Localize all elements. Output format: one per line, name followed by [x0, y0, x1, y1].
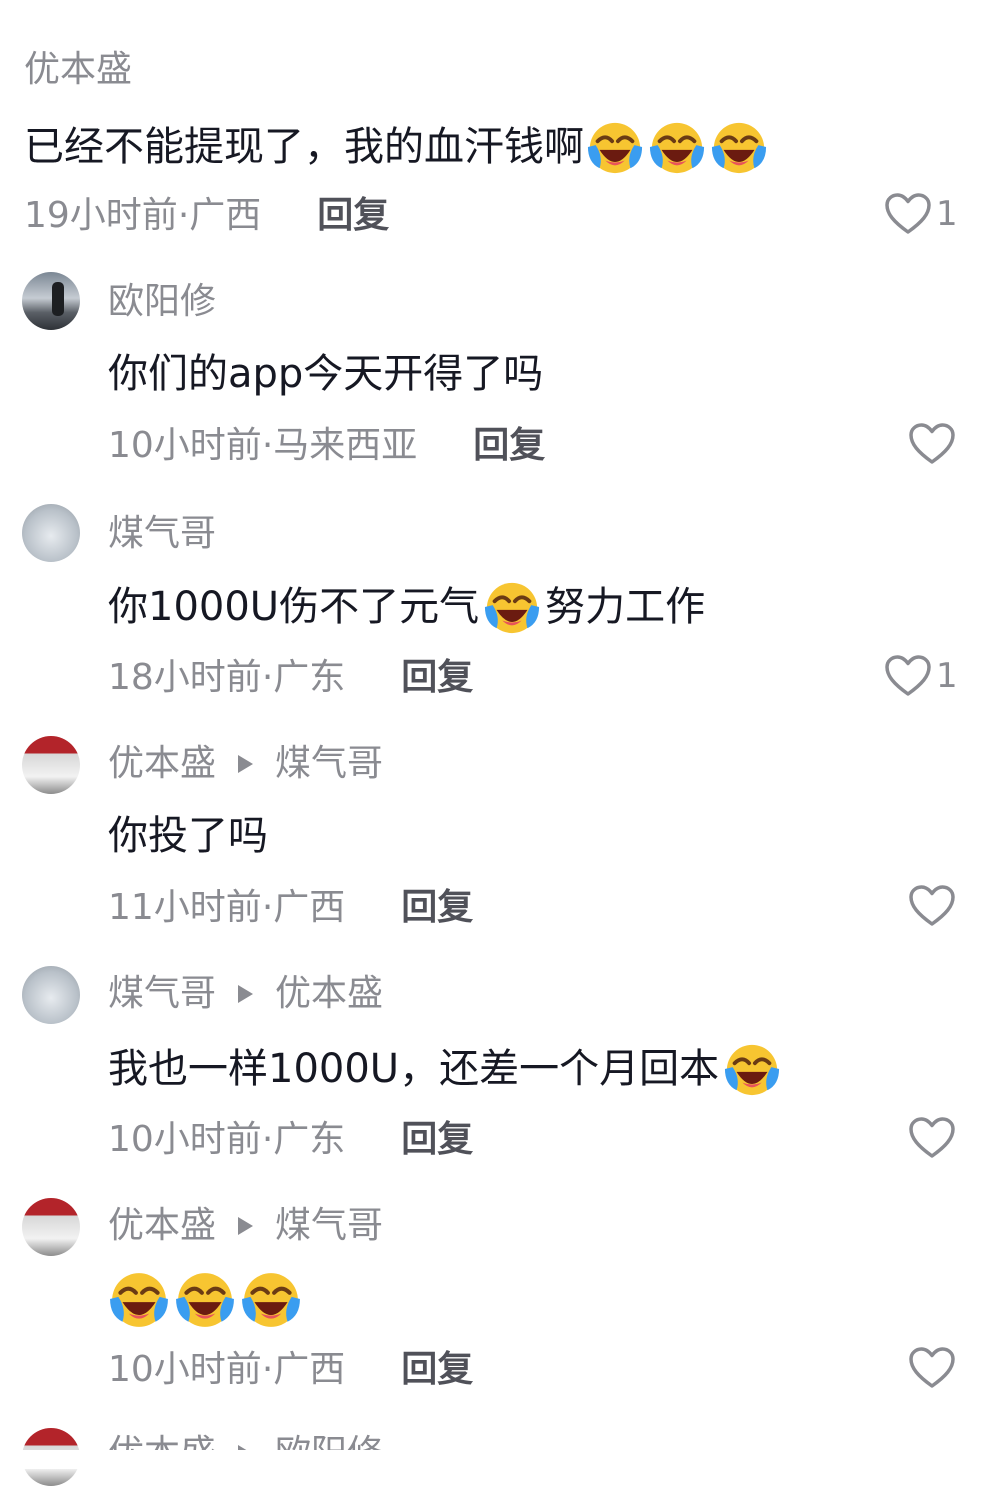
like-button[interactable]: 1 — [884, 192, 958, 236]
crying-laugh-icon — [723, 1040, 781, 1098]
reply-button[interactable]: 回复 — [473, 424, 545, 468]
reply-to-name[interactable]: 煤气哥 — [275, 742, 383, 786]
comment-meta: 10小时前 · 广西 回复 — [108, 1348, 473, 1392]
comment-meta: 10小时前 · 广东 回复 — [108, 1118, 473, 1162]
comment-text: 你们的app今天开得了吗 — [108, 351, 544, 397]
heart-icon — [884, 192, 932, 236]
comment-time: 10小时前 — [108, 1119, 262, 1160]
reply-arrow-icon — [238, 755, 254, 773]
like-button[interactable] — [908, 884, 956, 928]
heart-icon — [908, 1116, 956, 1160]
avatar[interactable] — [22, 1198, 80, 1256]
crying-laugh-icon — [483, 578, 541, 636]
comment-text: 我也一样1000U，还差一个月回本 — [108, 1040, 781, 1098]
reply-button[interactable]: 回复 — [401, 1348, 473, 1392]
comment-time: 18小时前 — [108, 657, 262, 698]
heart-icon — [884, 654, 932, 698]
reply-arrow-icon — [238, 1217, 254, 1235]
reply-to-name[interactable]: 煤气哥 — [275, 1204, 383, 1248]
comment-meta: 18小时前 · 广东 回复 — [108, 656, 473, 700]
meta-separator: · — [261, 425, 274, 466]
meta-separator: · — [261, 1349, 274, 1390]
bottom-mask — [0, 1450, 990, 1469]
crying-laugh-icon — [586, 118, 644, 176]
comment-text: 你1000U伤不了元气 努力工作 — [108, 578, 705, 636]
meta-separator: · — [261, 887, 274, 928]
avatar[interactable] — [22, 966, 80, 1024]
commenter-name[interactable]: 欧阳修 — [108, 280, 216, 324]
comment-text: 已经不能提现了，我的血汗钱啊 — [24, 118, 768, 176]
crying-laugh-icon — [648, 118, 706, 176]
comment-time: 10小时前 — [108, 1349, 262, 1390]
commenter-name[interactable]: 优本盛 煤气哥 — [108, 1204, 383, 1248]
meta-separator: · — [177, 195, 190, 236]
meta-separator: · — [261, 1119, 274, 1160]
avatar[interactable] — [22, 504, 80, 562]
reply-button[interactable]: 回复 — [401, 1118, 473, 1162]
reply-button[interactable]: 回复 — [401, 656, 473, 700]
like-button[interactable]: 1 — [884, 654, 958, 698]
avatar[interactable] — [22, 272, 80, 330]
comment-location: 广西 — [273, 887, 346, 928]
comment-location: 广东 — [273, 1119, 346, 1160]
heart-icon — [908, 422, 956, 466]
comment-text: 你投了吗 — [108, 813, 268, 859]
reply-button[interactable]: 回复 — [401, 886, 473, 930]
commenter-name[interactable]: 煤气哥 — [108, 512, 216, 556]
comment-meta: 11小时前 · 广西 回复 — [108, 886, 473, 930]
comment-meta: 10小时前 · 马来西亚 回复 — [108, 424, 545, 468]
commenter-name[interactable]: 优本盛 煤气哥 — [108, 742, 383, 786]
comment-location: 广西 — [189, 195, 262, 236]
comment-location: 广西 — [273, 1349, 346, 1390]
reply-arrow-icon — [238, 985, 254, 1003]
comment-time: 10小时前 — [108, 425, 262, 466]
comment-meta: 19小时前 · 广西 回复 — [24, 194, 389, 238]
like-count: 1 — [936, 194, 958, 234]
heart-icon — [908, 1346, 956, 1390]
reply-button[interactable]: 回复 — [317, 194, 389, 238]
crying-laugh-icon — [240, 1268, 302, 1330]
like-button[interactable] — [908, 1116, 956, 1160]
meta-separator: · — [261, 657, 274, 698]
comment-location: 马来西亚 — [273, 425, 418, 466]
heart-icon — [908, 884, 956, 928]
like-count: 1 — [936, 656, 958, 696]
commenter-name[interactable]: 优本盛 — [24, 48, 132, 92]
crying-laugh-icon — [108, 1268, 170, 1330]
comment-location: 广东 — [273, 657, 346, 698]
like-button[interactable] — [908, 422, 956, 466]
commenter-name[interactable]: 煤气哥 优本盛 — [108, 972, 383, 1016]
comment-time: 19小时前 — [24, 195, 178, 236]
like-button[interactable] — [908, 1346, 956, 1390]
crying-laugh-icon — [174, 1268, 236, 1330]
comment-time: 11小时前 — [108, 887, 262, 928]
reply-to-name[interactable]: 优本盛 — [275, 972, 383, 1016]
avatar[interactable] — [22, 736, 80, 794]
crying-laugh-icon — [710, 118, 768, 176]
comment-text — [108, 1268, 302, 1330]
